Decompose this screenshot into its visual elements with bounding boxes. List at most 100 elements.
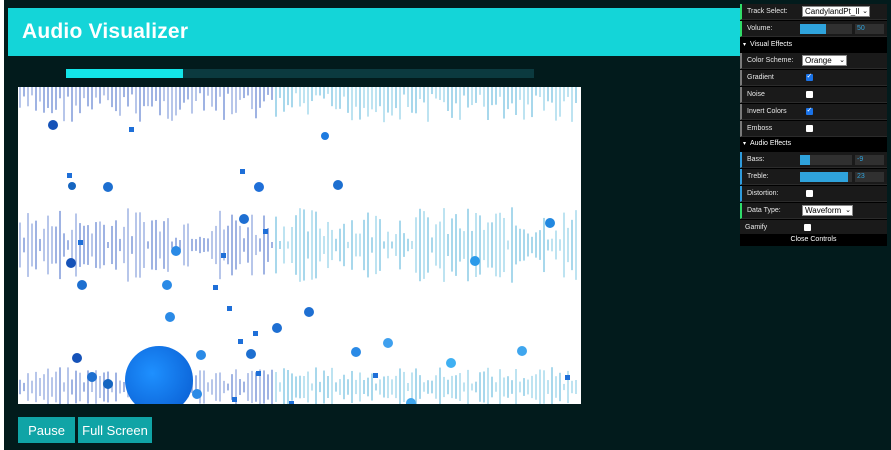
waveform-bar bbox=[155, 219, 157, 271]
waveform-bar bbox=[563, 87, 565, 102]
waveform-bar bbox=[175, 87, 177, 116]
waveform-bar bbox=[571, 380, 573, 394]
gamify-checkbox[interactable] bbox=[804, 224, 811, 231]
waveform-bar bbox=[515, 369, 517, 404]
waveform-bar bbox=[379, 87, 381, 107]
track-select-dropdown[interactable]: CandylandPt_II ⌄ bbox=[802, 6, 870, 17]
bass-value-field[interactable]: -9 bbox=[855, 155, 884, 165]
waveform-bar bbox=[119, 380, 121, 394]
waveform-bar bbox=[323, 370, 325, 404]
waveform-bar bbox=[295, 87, 297, 94]
waveform-bar bbox=[443, 208, 445, 282]
noise-checkbox[interactable] bbox=[806, 91, 813, 98]
volume-label: Volume: bbox=[747, 25, 773, 32]
waveform-bar bbox=[59, 87, 61, 99]
waveform-bar bbox=[79, 372, 81, 402]
waveform-bar bbox=[287, 241, 289, 249]
bass-slider[interactable] bbox=[800, 155, 852, 165]
track-select-row: Track Select: CandylandPt_II ⌄ bbox=[740, 4, 887, 20]
waveform-bar bbox=[47, 87, 49, 108]
pause-button[interactable]: Pause bbox=[18, 417, 75, 443]
waveform-bar bbox=[215, 87, 217, 111]
track-progress-fill bbox=[66, 69, 183, 78]
treble-slider[interactable] bbox=[800, 172, 852, 182]
waveform-bar bbox=[547, 380, 549, 394]
waveform-bar bbox=[439, 367, 441, 404]
controls-panel: Track Select: CandylandPt_II ⌄ Volume: 5… bbox=[740, 4, 887, 246]
waveform-bar bbox=[403, 233, 405, 257]
waveform-bar bbox=[575, 87, 577, 104]
volume-slider[interactable] bbox=[800, 24, 852, 34]
waveform-bar bbox=[475, 381, 477, 393]
waveform-bar bbox=[467, 87, 469, 108]
waveform-bar bbox=[155, 87, 157, 101]
particle-dot bbox=[383, 338, 393, 348]
waveform-bar bbox=[59, 210, 61, 280]
waveform-bar bbox=[303, 209, 305, 281]
waveform-bar bbox=[107, 87, 109, 101]
visualizer-canvas[interactable] bbox=[18, 87, 581, 404]
waveform-bar bbox=[327, 376, 329, 398]
volume-value-field[interactable]: 50 bbox=[855, 24, 884, 34]
waveform-bar bbox=[55, 87, 57, 110]
data-type-row: Data Type: Waveform ⌄ bbox=[740, 203, 887, 219]
waveform-bar bbox=[527, 233, 529, 257]
waveform-bar bbox=[387, 231, 389, 259]
waveform-bar bbox=[255, 372, 257, 402]
waveform-bar bbox=[67, 240, 69, 250]
waveform-bar bbox=[395, 234, 397, 256]
waveform-bar bbox=[415, 217, 417, 273]
color-scheme-dropdown[interactable]: Orange ⌄ bbox=[802, 55, 847, 66]
fullscreen-button[interactable]: Full Screen bbox=[78, 417, 152, 443]
distortion-checkbox[interactable] bbox=[806, 190, 813, 197]
particle-dot bbox=[103, 182, 113, 192]
treble-value-field[interactable]: 23 bbox=[855, 172, 884, 182]
waveform-bar bbox=[147, 241, 149, 249]
waveform-bar bbox=[31, 87, 33, 96]
waveform-bar bbox=[547, 87, 549, 102]
visual-effects-folder[interactable]: ▾ Visual Effects bbox=[740, 38, 887, 52]
waveform-bar bbox=[483, 87, 485, 107]
waveform-bar bbox=[75, 370, 77, 404]
waveform-bar bbox=[479, 215, 481, 275]
waveform-bar bbox=[515, 87, 517, 115]
data-type-dropdown[interactable]: Waveform ⌄ bbox=[802, 205, 853, 216]
waveform-bar bbox=[123, 226, 125, 264]
waveform-bar bbox=[483, 229, 485, 261]
waveform-bar bbox=[515, 225, 517, 265]
waveform-bar bbox=[567, 87, 569, 97]
waveform-bar bbox=[159, 231, 161, 259]
waveform-bar bbox=[311, 210, 313, 280]
waveform-bar bbox=[103, 224, 105, 266]
waveform-bar bbox=[419, 208, 421, 282]
particle-dot bbox=[66, 258, 76, 268]
waveform-bar bbox=[211, 379, 213, 395]
waveform-bar bbox=[339, 87, 341, 109]
waveform-bar bbox=[267, 87, 269, 95]
waveform-bar bbox=[115, 87, 117, 112]
close-controls-button[interactable]: Close Controls bbox=[740, 234, 887, 246]
waveform-bar bbox=[379, 379, 381, 395]
waveform-bar bbox=[119, 87, 121, 116]
waveform-bar bbox=[35, 87, 37, 111]
audio-effects-folder[interactable]: ▾ Audio Effects bbox=[740, 137, 887, 151]
waveform-bar bbox=[215, 373, 217, 401]
waveform-bar bbox=[195, 87, 197, 102]
emboss-checkbox[interactable] bbox=[806, 125, 813, 132]
waveform-bar bbox=[451, 375, 453, 399]
waveform-bar bbox=[291, 226, 293, 264]
gradient-checkbox[interactable] bbox=[806, 72, 813, 81]
track-progress-bar[interactable] bbox=[66, 69, 534, 78]
waveform-bar bbox=[255, 87, 257, 119]
page-title: Audio Visualizer bbox=[22, 20, 189, 43]
waveform-bar bbox=[447, 379, 449, 395]
particle-dot bbox=[48, 120, 58, 130]
waveform-bar bbox=[415, 368, 417, 404]
waveform-bar bbox=[391, 87, 393, 116]
invert-colors-checkbox[interactable] bbox=[806, 106, 813, 115]
particle-square bbox=[289, 401, 294, 404]
particle-dot bbox=[254, 182, 264, 192]
noise-row: Noise bbox=[740, 87, 887, 103]
waveform-bar bbox=[63, 233, 65, 257]
waveform-bar bbox=[207, 382, 209, 392]
